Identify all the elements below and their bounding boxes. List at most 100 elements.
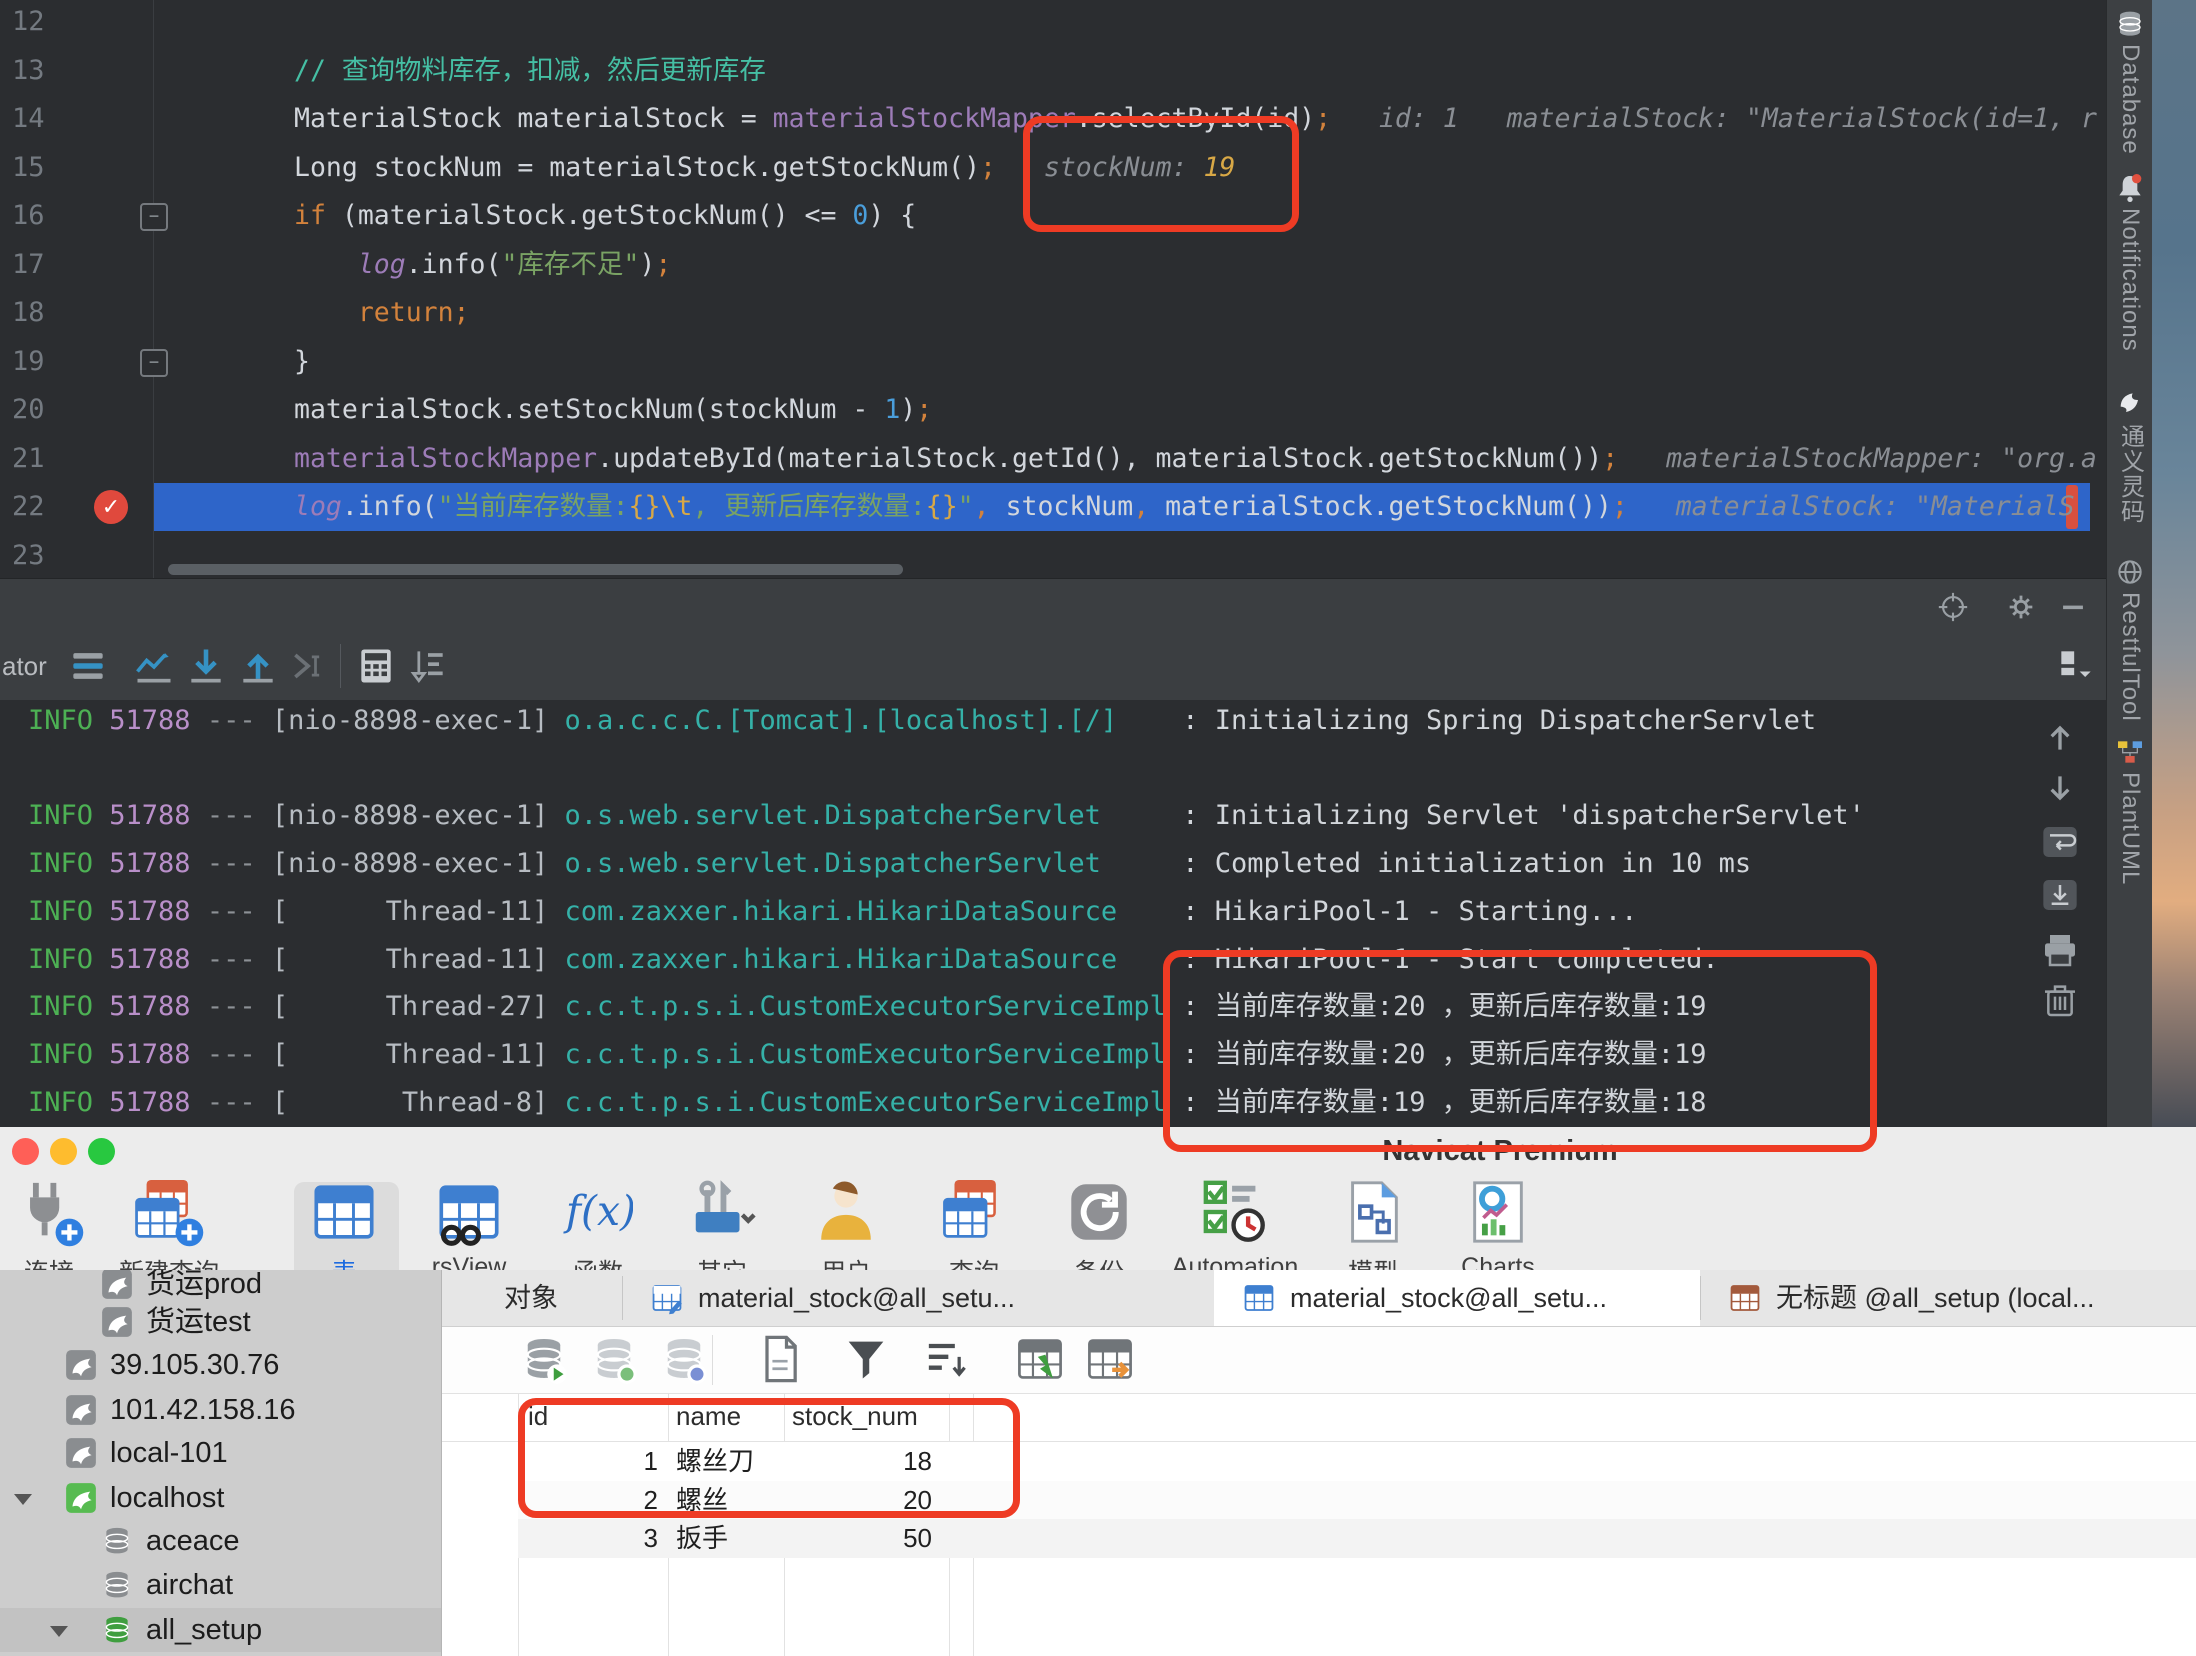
breakpoint-icon[interactable]: ✓: [94, 490, 128, 524]
code-token: [1628, 491, 1676, 522]
filter-icon[interactable]: [840, 1333, 892, 1385]
tab-bar: 对象material_stock@all_setu...material_sto…: [442, 1270, 2196, 1327]
sort-icon[interactable]: [918, 1333, 970, 1385]
code-line: }: [294, 338, 310, 386]
console-token: [ Thread-8]: [272, 1087, 565, 1118]
maximize-button[interactable]: [88, 1138, 115, 1165]
code-line: // 查询物料库存，扣减，然后更新库存: [294, 47, 766, 95]
table-row[interactable]: [518, 1519, 2196, 1558]
tree-item-localhost[interactable]: localhost: [0, 1476, 441, 1520]
console-token: INFO: [28, 1087, 109, 1118]
gear-icon[interactable]: [2004, 590, 2038, 624]
calculator-icon[interactable]: [354, 644, 398, 688]
line-number: 15: [12, 144, 82, 192]
table-brown-icon: [1728, 1281, 1762, 1315]
tool-window-button-4[interactable]: RestfulTool: [2107, 556, 2153, 722]
cell-stock-num: 50: [792, 1519, 932, 1557]
tab-3[interactable]: material_stock@all_setu...: [1214, 1270, 1700, 1326]
chart-arrow-icon[interactable]: [132, 644, 176, 688]
console-line: INFO 51788 --- [ Thread-11] com.zaxxer.h…: [28, 888, 1637, 936]
tool-window-button-2[interactable]: Notifications: [2107, 172, 2153, 352]
dolphin-icon: [64, 1436, 98, 1470]
new-doc-icon[interactable]: [754, 1333, 806, 1385]
code-token: ,: [1133, 491, 1165, 522]
line-number: 16: [12, 192, 82, 240]
import-table-icon[interactable]: [1014, 1333, 1066, 1385]
console-line: INFO 51788 --- [nio-8898-exec-1] o.s.web…: [28, 792, 1865, 840]
tree-item-all_setup[interactable]: all_setup: [0, 1608, 441, 1652]
panel-layout-icon[interactable]: [2054, 644, 2098, 688]
connection-tree[interactable]: 货运prod货运test39.105.30.76101.42.158.16loc…: [0, 1270, 442, 1656]
tab-1[interactable]: 对象: [456, 1270, 622, 1326]
diff-icon[interactable]: [406, 644, 450, 688]
tree-item-label: 101.42.158.16: [110, 1388, 295, 1432]
code-token: materialStockMapper: [294, 443, 597, 474]
line-number: 17: [12, 241, 82, 289]
tree-item-label: all_setup: [146, 1608, 262, 1652]
line-number: 23: [12, 532, 82, 579]
dolphin-green-icon: [64, 1481, 98, 1515]
console-token: ---: [207, 800, 272, 831]
import-icon[interactable]: [288, 644, 332, 688]
tree-item-货运test[interactable]: 货运test: [0, 1300, 441, 1344]
target-icon[interactable]: [1936, 590, 1970, 624]
db-green-icon[interactable]: [588, 1333, 640, 1385]
svg-text:f(x): f(x): [563, 1187, 633, 1235]
backup-icon: [1024, 1173, 1174, 1251]
tree-item-airchat[interactable]: airchat: [0, 1563, 441, 1607]
code-token: MaterialStock materialStock =: [294, 103, 773, 134]
code-editor[interactable]: 1213// 查询物料库存，扣减，然后更新库存14MaterialStock m…: [0, 0, 2106, 578]
console-token: INFO: [28, 1039, 109, 1070]
upload-icon[interactable]: [236, 644, 280, 688]
scroll-to-end-icon[interactable]: [2040, 875, 2080, 915]
new-query-icon: [94, 1173, 244, 1251]
down-arrow-icon[interactable]: [2040, 768, 2080, 808]
code-token: [1331, 103, 1379, 134]
fold-marker-icon[interactable]: −: [140, 349, 168, 377]
softwrap-icon[interactable]: [2040, 822, 2080, 862]
code-token: 1: [884, 394, 900, 425]
code-token: {}: [926, 491, 958, 522]
tree-item-39.105.30.76[interactable]: 39.105.30.76: [0, 1343, 441, 1387]
up-arrow-icon[interactable]: [2040, 718, 2080, 758]
tree-item-aceace[interactable]: aceace: [0, 1519, 441, 1563]
chevron-down-icon[interactable]: [50, 1626, 68, 1637]
bell-icon: [2114, 172, 2146, 204]
db-run-icon[interactable]: [518, 1333, 570, 1385]
code-token: log: [358, 249, 406, 280]
db-blue-icon[interactable]: [658, 1333, 710, 1385]
tool-window-button-5[interactable]: PlantUML: [2107, 736, 2153, 885]
charts-icon: [1423, 1173, 1573, 1251]
dolphin-icon: [100, 1270, 134, 1301]
tree-item-label: localhost: [110, 1476, 224, 1520]
tree-item-label: 39.105.30.76: [110, 1343, 279, 1387]
code-line: materialStock.setStockNum(stockNum - 1);: [294, 386, 932, 434]
tree-item-101.42.158.16[interactable]: 101.42.158.16: [0, 1388, 441, 1432]
line-number: 18: [12, 289, 82, 337]
line-number: 13: [12, 47, 82, 95]
chevron-down-icon[interactable]: [14, 1494, 32, 1505]
code-token: materialStockMapper: "org.a: [1666, 443, 2097, 474]
layers-icon[interactable]: [66, 644, 110, 688]
editor-horizontal-scrollbar[interactable]: [168, 564, 903, 575]
tab-2[interactable]: material_stock@all_setu...: [622, 1270, 1214, 1326]
tool-window-label: 通义灵码: [2113, 424, 2148, 524]
dolphin-icon: [64, 1348, 98, 1382]
tool-window-button-3[interactable]: 通义灵码: [2107, 388, 2153, 524]
fold-marker-icon[interactable]: −: [140, 203, 168, 231]
export-table-icon[interactable]: [1084, 1333, 1136, 1385]
printer-icon[interactable]: [2040, 930, 2080, 970]
code-token: stockNum: [1006, 491, 1134, 522]
code-token: materialStock: "MaterialS: [1676, 491, 2075, 522]
minimize-icon[interactable]: [2056, 590, 2090, 624]
close-button[interactable]: [12, 1138, 39, 1165]
minimize-button[interactable]: [50, 1138, 77, 1165]
download-icon[interactable]: [184, 644, 228, 688]
tool-window-button-1[interactable]: Database: [2107, 8, 2153, 155]
console-token: 51788: [109, 896, 207, 927]
console-token: [ Thread-27]: [272, 991, 565, 1022]
trash-icon[interactable]: [2040, 980, 2080, 1020]
code-token: materialStock.setStockNum(stockNum -: [294, 394, 884, 425]
tree-item-local-101[interactable]: local-101: [0, 1431, 441, 1475]
tab-4[interactable]: 无标题 @all_setup (local...: [1700, 1270, 2196, 1326]
